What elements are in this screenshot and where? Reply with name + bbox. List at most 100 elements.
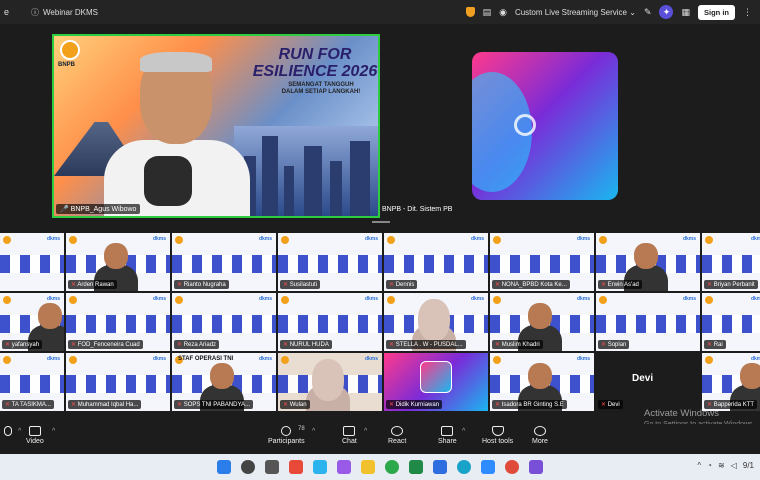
video-button[interactable]: Video: [26, 426, 44, 445]
live-stream-icon[interactable]: ◉: [499, 7, 507, 18]
volume-icon[interactable]: ◁: [731, 461, 737, 470]
chrome-alt-icon[interactable]: [505, 460, 519, 474]
chrome-icon[interactable]: [385, 460, 399, 474]
participant-tile[interactable]: dkms ✕ Muhammad Iqbal Ha...: [66, 353, 170, 411]
bnpb-logo-icon: [3, 296, 11, 304]
app-icon-2[interactable]: [313, 460, 327, 474]
participant-name: ✕ Muslim Khadri: [492, 340, 543, 349]
sign-in-button[interactable]: Sign in: [698, 4, 735, 20]
participant-name: ✕ Arden Rawan: [68, 280, 117, 289]
participant-tile[interactable]: Devi ✕ Devi: [596, 353, 700, 411]
side-participant-tile[interactable]: [472, 52, 618, 200]
participants-caret[interactable]: ^: [312, 428, 315, 435]
streaming-dropdown[interactable]: Custom Live Streaming Service ⌄: [515, 8, 636, 17]
dkms-logo: dkms: [46, 236, 60, 242]
participant-tile[interactable]: ✕ Didik Kurniawan: [384, 353, 488, 411]
resize-handle[interactable]: [372, 221, 390, 223]
participant-name: ✕ Isadora BR Ginting S.E: [492, 400, 567, 409]
security-shield-icon[interactable]: [465, 7, 475, 17]
participant-tile[interactable]: dkms ✕ Wulan: [278, 353, 382, 411]
muted-mic-icon: ✕: [495, 282, 501, 288]
audio-options-caret[interactable]: ^: [18, 428, 21, 435]
more-dots-icon: [533, 426, 546, 436]
participant-tile[interactable]: dkms ✕ yafansyah: [0, 293, 64, 351]
network-icon[interactable]: ◔: [707, 461, 712, 470]
more-button[interactable]: More: [532, 426, 548, 445]
banner-stripe: [0, 375, 64, 393]
dkms-logo: dkms: [258, 356, 272, 362]
participant-tile[interactable]: dkms ✕ Isadora BR Ginting S.E: [490, 353, 594, 411]
speaker-stage: BNPB RUN FOR ESILIENCE 2026 SEMANGAT TAN…: [0, 24, 760, 230]
share-button[interactable]: Share: [438, 426, 457, 445]
task-view-icon[interactable]: [265, 460, 279, 474]
search-icon[interactable]: [241, 460, 255, 474]
muted-mic-icon: ✕: [5, 342, 11, 348]
camera-icon: [28, 426, 41, 436]
banner-stripe: [0, 255, 64, 273]
word-icon[interactable]: [433, 460, 447, 474]
heart-icon: [391, 426, 404, 436]
title-bar: e ⓘ Webinar DKMS ▤ ◉ Custom Live Streami…: [0, 0, 760, 24]
bnpb-logo-icon: [387, 296, 395, 304]
notes-icon[interactable]: ▤: [483, 7, 492, 18]
participant-tile[interactable]: dkms ✕ Reza Ariadz: [172, 293, 276, 351]
copilot-icon[interactable]: [337, 460, 351, 474]
app-icon-1[interactable]: [289, 460, 303, 474]
wifi-icon[interactable]: ≋: [718, 461, 725, 470]
participant-tile[interactable]: dkms ✕ FOD_Fenceneira Cuad: [66, 293, 170, 351]
chat-caret[interactable]: ^: [364, 428, 367, 435]
muted-mic-icon: ✕: [283, 282, 289, 288]
banner-stripe: [278, 315, 382, 333]
video-options-caret[interactable]: ^: [52, 428, 55, 435]
activate-windows-title: Activate Windows: [644, 408, 719, 419]
muted-mic-icon: ✕: [495, 342, 501, 348]
host-tools-button[interactable]: Host tools: [482, 426, 513, 445]
dkms-logo: dkms: [750, 356, 760, 362]
edit-icon[interactable]: ✎: [644, 7, 652, 18]
muted-mic-icon: ✕: [495, 402, 501, 408]
active-speaker-tile[interactable]: BNPB RUN FOR ESILIENCE 2026 SEMANGAT TAN…: [52, 34, 380, 218]
participant-tile[interactable]: dkms✕ Bapperida KTT: [702, 353, 760, 411]
participant-tile[interactable]: dkms ✕ Briyan Perbanit: [702, 233, 760, 291]
participant-tile[interactable]: dkms ✕ Dennis: [384, 233, 488, 291]
more-options-icon[interactable]: ⋮: [743, 7, 752, 18]
participant-tile[interactable]: dkms ✕ Muslim Khadri: [490, 293, 594, 351]
excel-icon[interactable]: [409, 460, 423, 474]
muted-mic-icon: ✕: [389, 402, 395, 408]
edge-icon[interactable]: [457, 460, 471, 474]
info-icon[interactable]: ⓘ: [31, 7, 39, 18]
zoom-icon[interactable]: [481, 460, 495, 474]
participant-tile[interactable]: dkms ✕ TA TASIKMA...: [0, 353, 64, 411]
participant-tile[interactable]: dkms ✕ NONA_BPBD Kota Ke...: [490, 233, 594, 291]
start-icon[interactable]: [217, 460, 231, 474]
participant-tile[interactable]: dkms ✕ Arden Rawan: [66, 233, 170, 291]
participant-tile[interactable]: dkms ✕ Erwin As'ad: [596, 233, 700, 291]
participant-tile[interactable]: dkms STAF OPERASI TNI ✕ SOPS TNI PABANDYA.…: [172, 353, 276, 411]
bnpb-logo-icon: [69, 236, 77, 244]
participant-tile[interactable]: dkms ✕ Soplan: [596, 293, 700, 351]
tray-caret-icon[interactable]: ^: [697, 461, 701, 470]
react-button[interactable]: React: [388, 426, 406, 445]
mute-button[interactable]: [4, 426, 12, 436]
participant-tile[interactable]: dkms ✕ NURUL HUDA: [278, 293, 382, 351]
bnpb-logo-icon: [387, 236, 395, 244]
bnpb-logo-icon: [3, 236, 11, 244]
participant-tile[interactable]: dkms ✕ Susilastuti: [278, 233, 382, 291]
participant-tile[interactable]: dkms: [0, 233, 64, 291]
participant-tile[interactable]: dkms ✕ STELLA . W - PUSDAL...: [384, 293, 488, 351]
dkms-logo: dkms: [364, 296, 378, 302]
share-caret[interactable]: ^: [462, 428, 465, 435]
chat-button[interactable]: Chat: [342, 426, 357, 445]
dkms-logo: dkms: [258, 296, 272, 302]
participant-name: ✕ Rianto Nugraha: [174, 280, 229, 289]
app-icon-3[interactable]: [529, 460, 543, 474]
banner-org: BNPB: [58, 62, 76, 68]
participant-tile[interactable]: dkms ✕ Rai: [702, 293, 760, 351]
participant-name: ✕ NURUL HUDA: [280, 340, 332, 349]
clock[interactable]: 9/1: [743, 461, 754, 470]
file-explorer-icon[interactable]: [361, 460, 375, 474]
grid-view-icon[interactable]: ▦: [681, 7, 690, 18]
ai-companion-icon[interactable]: ✦: [659, 5, 674, 19]
participant-tile[interactable]: dkms ✕ Rianto Nugraha: [172, 233, 276, 291]
muted-mic-icon: ✕: [389, 342, 395, 348]
